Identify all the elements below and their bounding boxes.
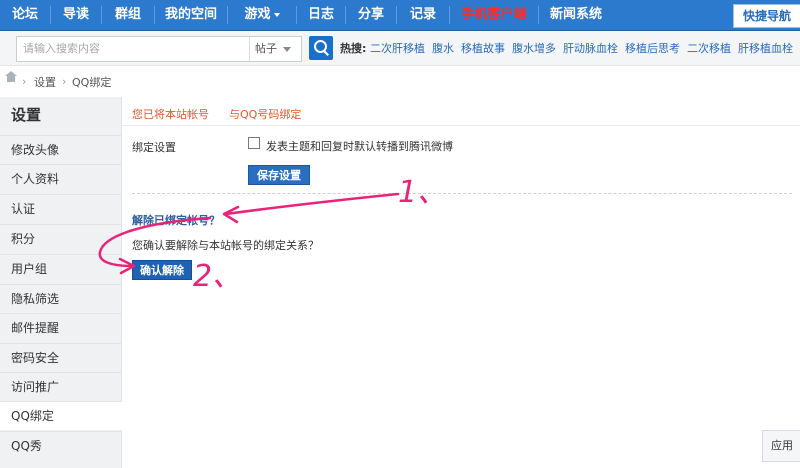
sidebar-item-usergroup[interactable]: 用户组 — [0, 254, 121, 283]
nav-news-system[interactable]: 新闻系统 — [539, 0, 613, 30]
divider — [122, 125, 800, 126]
tab-bound-account[interactable]: 您已将本站帐号 — [132, 108, 209, 121]
search-input[interactable] — [23, 37, 253, 61]
nav-records[interactable]: 记录 — [397, 0, 449, 30]
hot-search-label: 热搜: — [340, 42, 367, 55]
search-button[interactable] — [309, 36, 333, 60]
nav-share[interactable]: 分享 — [346, 0, 396, 30]
hot-search-links: 二次肝移植 腹水 移植故事 腹水增多 肝动脉血栓 移植后思考 二次移植 肝移植血栓 — [370, 40, 800, 56]
nav-games-label: 游戏 — [244, 7, 271, 22]
sidebar-item-privacy[interactable]: 隐私筛选 — [0, 284, 121, 313]
unbind-confirm-text: 您确认要解除与本站帐号的绑定关系？ — [132, 239, 319, 252]
weibo-share-checkbox[interactable] — [248, 137, 260, 149]
caret-down-icon — [273, 12, 280, 17]
nav-mobile-client[interactable]: 手机客户端 — [450, 0, 538, 30]
nav-daodu[interactable]: 导读 — [51, 0, 101, 30]
sidebar-item-qq-bind[interactable]: QQ绑定 — [0, 401, 122, 430]
chevron-right-icon: › — [22, 75, 27, 88]
search-box: 帖子 — [16, 36, 302, 62]
sidebar-item-avatar[interactable]: 修改头像 — [0, 135, 121, 164]
breadcrumb: › 设置 › QQ绑定 — [0, 66, 800, 94]
hot-link[interactable]: 二次移植 — [687, 42, 731, 55]
nav-blog[interactable]: 日志 — [297, 0, 345, 30]
tab-qq-number[interactable]: 与QQ号码绑定 — [229, 108, 301, 121]
search-icon-handle — [323, 50, 329, 56]
weibo-share-label[interactable]: 发表主题和回复时默认转播到腾讯微博 — [266, 138, 453, 154]
bind-settings-label: 绑定设置 — [132, 141, 176, 154]
nav-luntan[interactable]: 论坛 — [0, 0, 50, 30]
sidebar-item-password[interactable]: 密码安全 — [0, 343, 121, 372]
dashed-divider — [132, 193, 792, 194]
hot-link[interactable]: 移植故事 — [461, 42, 505, 55]
sidebar-item-profile[interactable]: 个人资料 — [0, 164, 121, 193]
hot-link[interactable]: 腹水 — [432, 42, 454, 55]
hot-link[interactable]: 二次肝移植 — [370, 42, 425, 55]
sidebar-item-qq-show[interactable]: QQ秀 — [0, 431, 121, 460]
search-divider — [249, 37, 250, 61]
settings-sidebar: 设置 修改头像 个人资料 认证 积分 用户组 隐私筛选 邮件提醒 密码安全 访问… — [0, 97, 122, 468]
app-side-tab[interactable]: 应用 — [762, 430, 800, 462]
save-settings-button[interactable]: 保存设置 — [248, 165, 310, 185]
nav-my-space[interactable]: 我的空间 — [155, 0, 227, 30]
breadcrumb-qq-bind: QQ绑定 — [72, 76, 112, 89]
search-bar: 帖子 热搜: 二次肝移植腹水移植故事腹水增多肝动脉血栓移植后思考二次移植肝移植血… — [0, 31, 800, 66]
hot-link[interactable]: 移植后思考 — [625, 42, 680, 55]
hot-link[interactable]: 肝移植血栓 — [738, 42, 793, 55]
sidebar-title: 设置 — [11, 106, 42, 124]
home-icon[interactable] — [5, 71, 17, 84]
nav-games[interactable]: 游戏 — [228, 0, 296, 30]
hot-link[interactable]: 肝动脉血栓 — [563, 42, 618, 55]
nav-qunzu[interactable]: 群组 — [102, 0, 154, 30]
search-type-select[interactable]: 帖子 — [255, 37, 291, 61]
sidebar-item-credits[interactable]: 积分 — [0, 224, 121, 253]
chevron-right-icon: › — [62, 75, 67, 88]
search-type-label: 帖子 — [255, 42, 277, 55]
chevron-down-icon — [283, 46, 291, 52]
unbind-section-title: 解除已绑定帐号？ — [132, 214, 220, 227]
breadcrumb-settings[interactable]: 设置 — [34, 74, 56, 90]
main-content: 您已将本站帐号 与QQ号码绑定 绑定设置 发表主题和回复时默认转播到腾讯微博 保存… — [122, 97, 800, 468]
confirm-unbind-button[interactable]: 确认解除 — [132, 260, 192, 280]
sidebar-item-email[interactable]: 邮件提醒 — [0, 313, 121, 342]
sidebar-item-verify[interactable]: 认证 — [0, 194, 121, 223]
quick-nav-button[interactable]: 快捷导航 — [733, 4, 800, 28]
hot-link[interactable]: 腹水增多 — [512, 42, 556, 55]
bind-status-tabs: 您已将本站帐号 与QQ号码绑定 — [132, 106, 301, 122]
sidebar-item-promotion[interactable]: 访问推广 — [0, 372, 121, 401]
top-nav: 论坛 导读 群组 我的空间 游戏 日志 分享 记录 手机客户端 新闻系统 快捷导… — [0, 0, 800, 31]
